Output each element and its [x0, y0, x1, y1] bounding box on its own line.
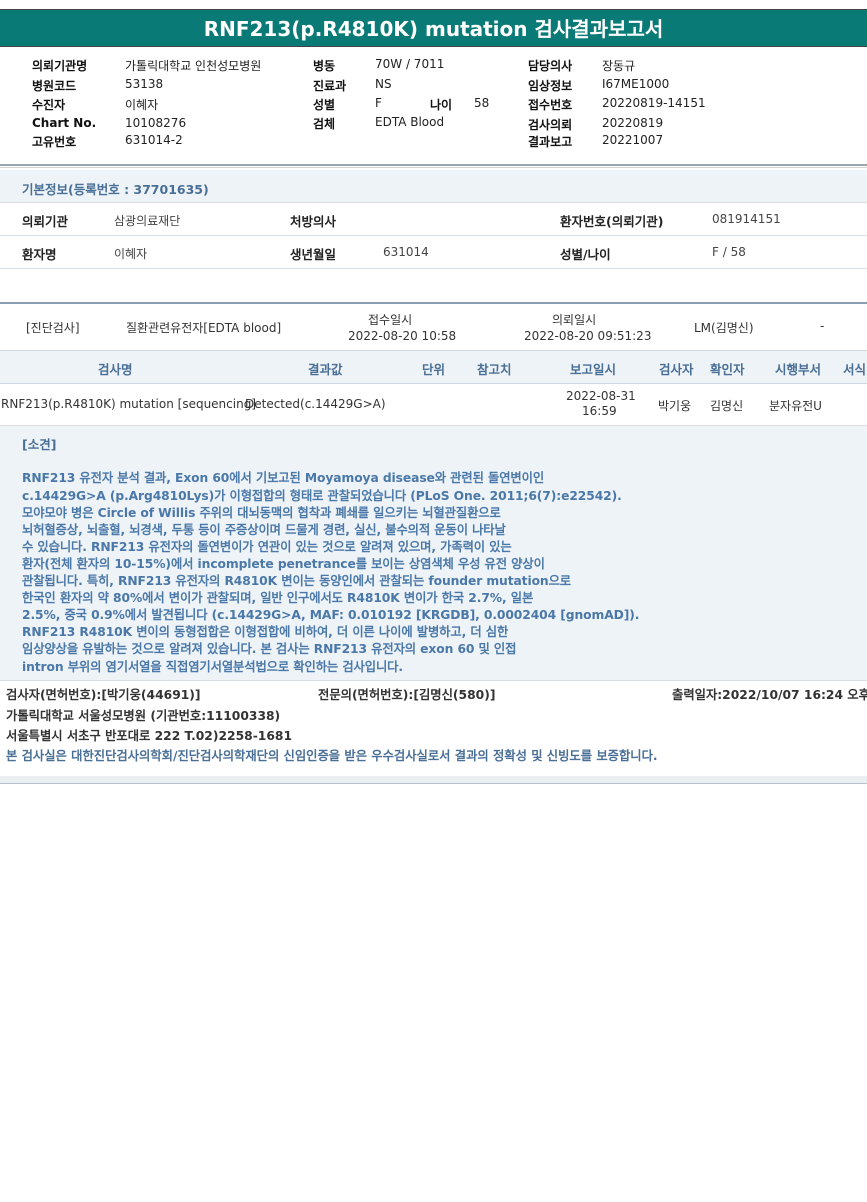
- th-department: 시행부서: [775, 362, 822, 377]
- header-label-age: 나이: [430, 98, 453, 112]
- td-report-date: 2022-08-31: [566, 389, 636, 403]
- td-confirmer: 김명신: [710, 399, 744, 413]
- header-label-chart-no: Chart No.: [32, 116, 97, 130]
- header-value-exam-request: 20220819: [602, 116, 664, 130]
- header-label-sex: 성별: [313, 98, 336, 112]
- opinion-line: 2.5%, 중국 0.9%에서 발견됩니다 (c.14429G>A, MAF: …: [22, 608, 640, 622]
- header-label-exam-request: 검사의뢰: [528, 118, 573, 132]
- header-value-clinical-info: I67ME1000: [602, 77, 670, 91]
- opinion-line: c.14429G>A (p.Arg4810Lys)가 이형접합의 형태로 관찰되…: [22, 489, 622, 503]
- header-value-age: 58: [474, 96, 490, 110]
- th-report-date: 보고일시: [570, 362, 617, 377]
- basic-value-patient-no: 081914151: [712, 212, 781, 226]
- basic-label-birthdate: 생년월일: [290, 247, 337, 262]
- opinion-line: 수 있습니다. RNF213 유전자의 돌연변이가 연관이 있는 것으로 알려져…: [22, 540, 512, 554]
- th-tester: 검사자: [659, 362, 694, 377]
- header-value-result-report: 20221007: [602, 133, 664, 147]
- footer-tester: 검사자(면허번호):[박기웅(44691)]: [6, 688, 201, 702]
- header-value-patient: 이혜자: [125, 98, 159, 112]
- header-label-patient: 수진자: [32, 98, 66, 112]
- th-test-name: 검사명: [98, 362, 133, 377]
- td-report-time: 16:59: [582, 404, 617, 418]
- td-test-name: RNF213(p.R4810K) mutation [sequencing]: [1, 397, 256, 411]
- basic-value-sex-age: F / 58: [712, 245, 746, 259]
- header-value-sex: F: [375, 96, 382, 110]
- requested-label: 의뢰일시: [552, 313, 597, 327]
- basic-label-institution: 의뢰기관: [22, 214, 69, 229]
- basic-label-prescriber: 처방의사: [290, 214, 337, 229]
- header-label-requesting-institution: 의뢰기관명: [32, 59, 88, 73]
- footer-printed-date: 출력일자:2022/10/07 16:24 오후: [672, 688, 867, 702]
- opinion-line: 임상양상을 유발하는 것으로 알려져 있습니다. 본 검사는 RNF213 유전…: [22, 642, 517, 656]
- lab-dash: -: [820, 319, 825, 333]
- header-value-ward: 70W / 7011: [375, 57, 445, 71]
- opinion-line: 한국인 환자의 약 80%에서 변이가 관찰되며, 일반 인구에서도 R4810…: [22, 591, 534, 605]
- header-divider: [0, 164, 867, 166]
- footer-certification: 본 검사실은 대한진단검사의학회/진단검사의학재단의 신임인증을 받은 우수검사…: [6, 749, 658, 763]
- received-label: 접수일시: [368, 313, 413, 327]
- th-confirmer: 확인자: [710, 362, 745, 377]
- exam-name: 질환관련유전자[EDTA blood]: [126, 321, 282, 335]
- exam-section-divider: [0, 302, 867, 304]
- basic-value-institution: 삼광의료재단: [114, 214, 181, 228]
- basic-label-patient-name: 환자명: [22, 247, 57, 262]
- received-value: 2022-08-20 10:58: [348, 329, 457, 343]
- lab-name: LM(김명신): [694, 321, 754, 335]
- basic-row-divider-bottom: [0, 268, 867, 269]
- header-label-specimen: 검체: [313, 117, 336, 131]
- header-divider-thin: [0, 167, 867, 168]
- opinion-line: 관찰됩니다. 특히, RNF213 유전자의 R4810K 변이는 동양인에서 …: [22, 574, 572, 588]
- basic-label-sex-age: 성별/나이: [560, 247, 611, 262]
- basic-info-title: 기본정보(등록번호 : 37701635): [22, 182, 209, 197]
- td-tester: 박기웅: [658, 399, 692, 413]
- header-value-unique-no: 631014-2: [125, 133, 183, 147]
- header-value-physician: 장동규: [602, 59, 636, 73]
- report-title: RNF213(p.R4810K) mutation 검사결과보고서: [0, 9, 867, 47]
- th-result: 결과값: [308, 362, 343, 377]
- footer-specialist: 전문의(면허번호):[김명신(580)]: [318, 688, 496, 702]
- header-label-physician: 담당의사: [528, 59, 573, 73]
- footer-hospital: 가톨릭대학교 서울성모병원 (기관번호:11100338): [6, 709, 281, 723]
- opinion-line: 모야모야 병은 Circle of Willis 주위의 대뇌동맥의 협착과 폐…: [22, 506, 501, 520]
- header-value-hospital-code: 53138: [125, 77, 164, 91]
- opinion-line: intron 부위의 염기서열을 직접염기서열분석법으로 확인하는 검사입니다.: [22, 660, 403, 674]
- opinion-line: 뇌허혈증상, 뇌출혈, 뇌경색, 두통 등이 주증상이며 드물게 경련, 실신,…: [22, 523, 506, 537]
- requested-value: 2022-08-20 09:51:23: [524, 329, 652, 343]
- header-value-department: NS: [375, 77, 392, 91]
- th-form: 서식: [843, 362, 867, 377]
- header-label-clinical-info: 임상정보: [528, 79, 573, 93]
- header-label-result-report: 결과보고: [528, 135, 573, 149]
- opinion-line: 환자(전체 환자의 10-15%)에서 incomplete penetranc…: [22, 557, 545, 571]
- basic-row-divider: [0, 235, 867, 236]
- opinion-line: RNF213 유전자 분석 결과, Exon 60에서 기보고된 Moyamoy…: [22, 471, 545, 485]
- th-reference: 참고치: [477, 362, 512, 377]
- td-department: 분자유전U: [769, 399, 822, 413]
- basic-value-birthdate: 631014: [383, 245, 429, 259]
- exam-category: [진단검사]: [26, 321, 80, 335]
- header-value-chart-no: 10108276: [125, 116, 187, 130]
- th-unit: 단위: [422, 362, 446, 377]
- header-label-unique-no: 고유번호: [32, 135, 77, 149]
- header-label-hospital-code: 병원코드: [32, 79, 77, 93]
- opinion-line: RNF213 R4810K 변이의 동형접합은 이형접합에 비하여, 더 이른 …: [22, 625, 509, 639]
- header-label-ward: 병동: [313, 59, 336, 73]
- basic-label-patient-no: 환자번호(의뢰기관): [560, 214, 664, 229]
- header-value-receipt-no: 20220819-14151: [602, 96, 706, 110]
- td-result: Detected(c.14429G>A): [245, 397, 386, 411]
- opinion-title: [소견]: [22, 437, 57, 452]
- bottom-divider: [0, 776, 867, 784]
- header-label-department: 진료과: [313, 79, 347, 93]
- header-value-requesting-institution: 가톨릭대학교 인천성모병원: [125, 59, 262, 73]
- footer-address: 서울특별시 서초구 반포대로 222 T.02)2258-1681: [6, 729, 293, 743]
- header-value-specimen: EDTA Blood: [375, 115, 445, 129]
- header-label-receipt-no: 접수번호: [528, 98, 573, 112]
- basic-value-patient-name: 이혜자: [114, 247, 148, 261]
